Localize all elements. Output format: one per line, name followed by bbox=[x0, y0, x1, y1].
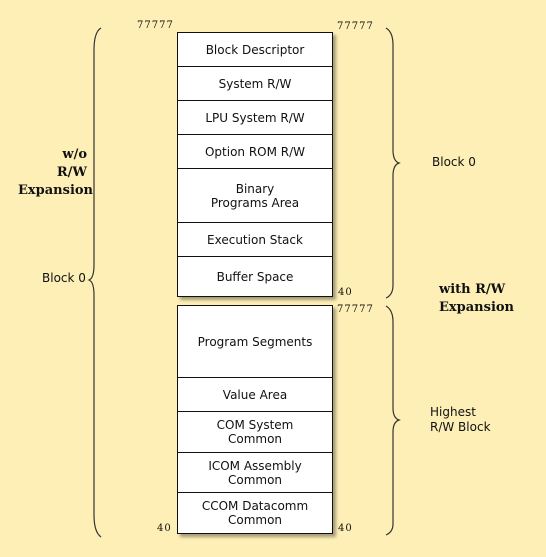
lower-top-address-right: 77777 bbox=[337, 304, 374, 315]
left-title-line2: Expansion bbox=[18, 183, 94, 198]
right-upper-brace bbox=[385, 27, 401, 299]
left-brace bbox=[87, 27, 102, 538]
segment-ccom-datacomm-common: CCOM Datacomm Common bbox=[201, 499, 309, 527]
right-lower-label-line1: Highest bbox=[430, 405, 476, 419]
upper-memory-block: Block Descriptor System R/W LPU System R… bbox=[177, 32, 333, 297]
segment-program-segments: Program Segments bbox=[178, 306, 332, 378]
segment-binary-programs-area: Binary Programs Area bbox=[178, 169, 332, 223]
lower-bottom-address-right: 40 bbox=[338, 523, 353, 534]
upper-top-address-right: 77777 bbox=[337, 21, 374, 32]
lower-memory-block: Program Segments Value Area COM System C… bbox=[177, 305, 333, 534]
left-brace-label: Block 0 bbox=[42, 271, 86, 285]
lower-bottom-address-left: 40 bbox=[157, 523, 172, 534]
right-title-line2: Expansion bbox=[439, 300, 515, 315]
segment-block-descriptor: Block Descriptor bbox=[178, 33, 332, 67]
segment-value-area: Value Area bbox=[178, 378, 332, 412]
segment-buffer-space: Buffer Space bbox=[216, 269, 294, 284]
segment-lpu-system-rw: LPU System R/W bbox=[178, 101, 332, 135]
segment-option-rom-rw: Option ROM R/W bbox=[178, 135, 332, 169]
right-title-line1: with R/W bbox=[439, 282, 506, 297]
segment-icom-assembly-common: ICOM Assembly Common bbox=[178, 453, 332, 493]
right-lower-brace-label: Highest R/W Block bbox=[430, 405, 491, 435]
segment-execution-stack: Execution Stack bbox=[178, 223, 332, 257]
left-title-line1: w/o R/W bbox=[56, 147, 87, 180]
upper-bottom-address-right: 40 bbox=[338, 287, 353, 298]
segment-com-system-common: COM System Common bbox=[178, 412, 332, 453]
right-title: with R/W Expansion bbox=[439, 281, 514, 317]
right-upper-brace-label: Block 0 bbox=[432, 155, 476, 169]
left-title: w/o R/W Expansion bbox=[18, 146, 93, 200]
segment-system-rw: System R/W bbox=[178, 67, 332, 101]
right-lower-brace bbox=[385, 305, 401, 536]
upper-top-address-left: 77777 bbox=[137, 20, 174, 31]
right-lower-label-line2: R/W Block bbox=[430, 420, 491, 434]
